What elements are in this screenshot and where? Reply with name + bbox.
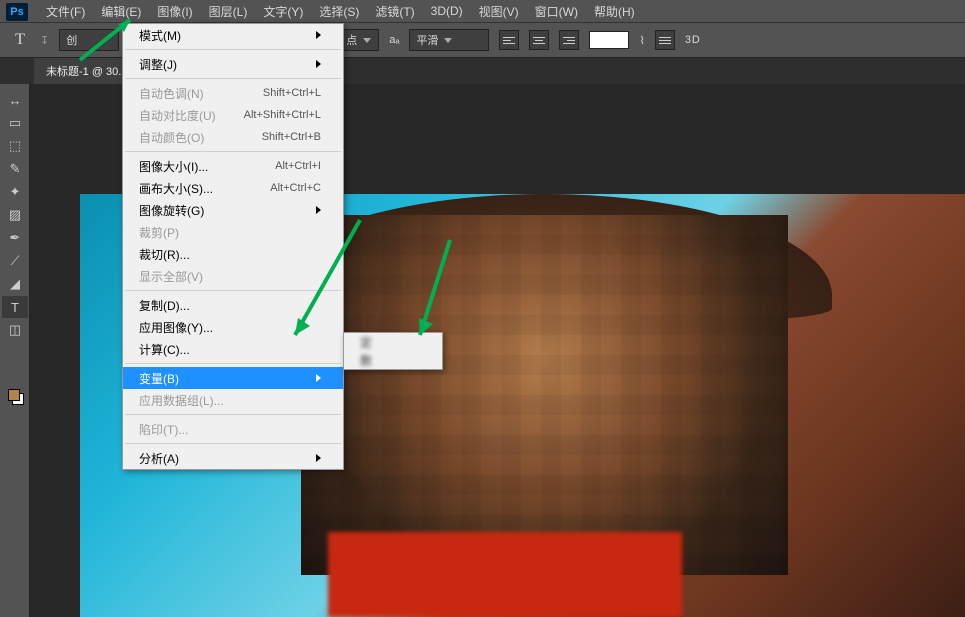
menu-image[interactable]: 图像(I) — [149, 0, 200, 23]
gradient-tool[interactable]: ▨ — [2, 204, 28, 226]
menu-image-size[interactable]: 图像大小(I)...Alt+Ctrl+I — [123, 155, 343, 177]
color-swatches[interactable] — [2, 383, 28, 405]
text-color-swatch[interactable] — [589, 31, 629, 49]
menu-view[interactable]: 视图(V) — [471, 0, 527, 23]
variables-submenu: 定 数 — [343, 332, 443, 370]
orientation-toggle-icon[interactable]: ↧ — [40, 34, 49, 47]
menu-calculations[interactable]: 计算(C)... — [123, 338, 343, 360]
menu-window[interactable]: 窗口(W) — [527, 0, 586, 23]
dropdown-arrow-icon — [444, 38, 452, 43]
menu-auto-color: 自动颜色(O)Shift+Ctrl+B — [123, 126, 343, 148]
submenu-arrow-icon — [316, 454, 321, 462]
submenu-datasets[interactable]: 数 — [344, 351, 442, 369]
menu-duplicate[interactable]: 复制(D)... — [123, 294, 343, 316]
menu-filter[interactable]: 滤镜(T) — [367, 0, 422, 23]
antialias-combo[interactable]: 平滑 — [409, 29, 489, 51]
threeD-button[interactable]: 3D — [685, 34, 701, 46]
document-title: 未标题-1 @ 30.6 — [46, 63, 127, 79]
menu-auto-contrast: 自动对比度(U)Alt+Shift+Ctrl+L — [123, 104, 343, 126]
menu-reveal-all: 显示全部(V) — [123, 265, 343, 287]
menu-variables[interactable]: 变量(B) — [123, 367, 343, 389]
line-tool[interactable]: ⟋ — [2, 250, 28, 272]
menu-auto-tone: 自动色调(N)Shift+Ctrl+L — [123, 82, 343, 104]
move-tool[interactable]: ↔ — [2, 89, 28, 111]
menu-canvas-size[interactable]: 画布大小(S)...Alt+Ctrl+C — [123, 177, 343, 199]
menu-file[interactable]: 文件(F) — [38, 0, 93, 23]
menu-trap: 陷印(T)... — [123, 418, 343, 440]
anchor-label: 点 — [346, 32, 357, 48]
menu-3d[interactable]: 3D(D) — [423, 1, 471, 21]
pixelated-face — [301, 215, 788, 575]
crop-tool[interactable]: ◢ — [2, 273, 28, 295]
antialias-icon: aₐ — [389, 34, 399, 46]
shape-tool[interactable]: ◫ — [2, 319, 28, 341]
menu-trim[interactable]: 裁切(R)... — [123, 243, 343, 265]
antialias-value: 平滑 — [416, 32, 438, 48]
pen-tool[interactable]: ✒ — [2, 227, 28, 249]
menu-layer[interactable]: 图层(L) — [201, 0, 256, 23]
font-size-combo[interactable]: 点 — [339, 29, 379, 51]
dropdown-arrow-icon — [363, 38, 371, 43]
menu-type[interactable]: 文字(Y) — [255, 0, 311, 23]
font-family-combo[interactable]: 创 — [59, 29, 119, 51]
create-label: 创 — [66, 32, 77, 48]
submenu-define[interactable]: 定 — [344, 333, 442, 351]
type-tool-icon: T — [10, 30, 30, 50]
heal-tool[interactable]: ✦ — [2, 181, 28, 203]
lasso-tool[interactable]: ⬚ — [2, 135, 28, 157]
menu-edit[interactable]: 编辑(E) — [93, 0, 149, 23]
menu-adjustments[interactable]: 调整(J) — [123, 53, 343, 75]
menu-select[interactable]: 选择(S) — [311, 0, 367, 23]
menu-apply-dataset: 应用数据组(L)... — [123, 389, 343, 411]
type-tool[interactable]: T — [2, 296, 28, 318]
submenu-arrow-icon — [316, 60, 321, 68]
align-center-button[interactable] — [529, 30, 549, 50]
scarf-shape — [328, 532, 682, 617]
menubar: 文件(F) 编辑(E) 图像(I) 图层(L) 文字(Y) 选择(S) 滤镜(T… — [0, 0, 965, 23]
menu-help[interactable]: 帮助(H) — [586, 0, 643, 23]
brush-tool[interactable]: ✎ — [2, 158, 28, 180]
menu-image-rotation[interactable]: 图像旋转(G) — [123, 199, 343, 221]
menu-mode[interactable]: 模式(M) — [123, 24, 343, 46]
tools-panel: ↔ ▭ ⬚ ✎ ✦ ▨ ✒ ⟋ ◢ T ◫ — [0, 84, 30, 617]
menu-crop: 裁剪(P) — [123, 221, 343, 243]
align-right-button[interactable] — [559, 30, 579, 50]
panels-icon[interactable] — [655, 30, 675, 50]
submenu-arrow-icon — [316, 206, 321, 214]
marquee-tool[interactable]: ▭ — [2, 112, 28, 134]
app-logo: Ps — [6, 3, 28, 21]
submenu-arrow-icon — [316, 374, 321, 382]
warp-text-icon[interactable]: ⌇ — [639, 34, 644, 47]
submenu-arrow-icon — [316, 31, 321, 39]
image-menu-dropdown: 模式(M) 调整(J) 自动色调(N)Shift+Ctrl+L 自动对比度(U)… — [122, 23, 344, 470]
align-left-button[interactable] — [499, 30, 519, 50]
menu-apply-image[interactable]: 应用图像(Y)... — [123, 316, 343, 338]
menu-analysis[interactable]: 分析(A) — [123, 447, 343, 469]
